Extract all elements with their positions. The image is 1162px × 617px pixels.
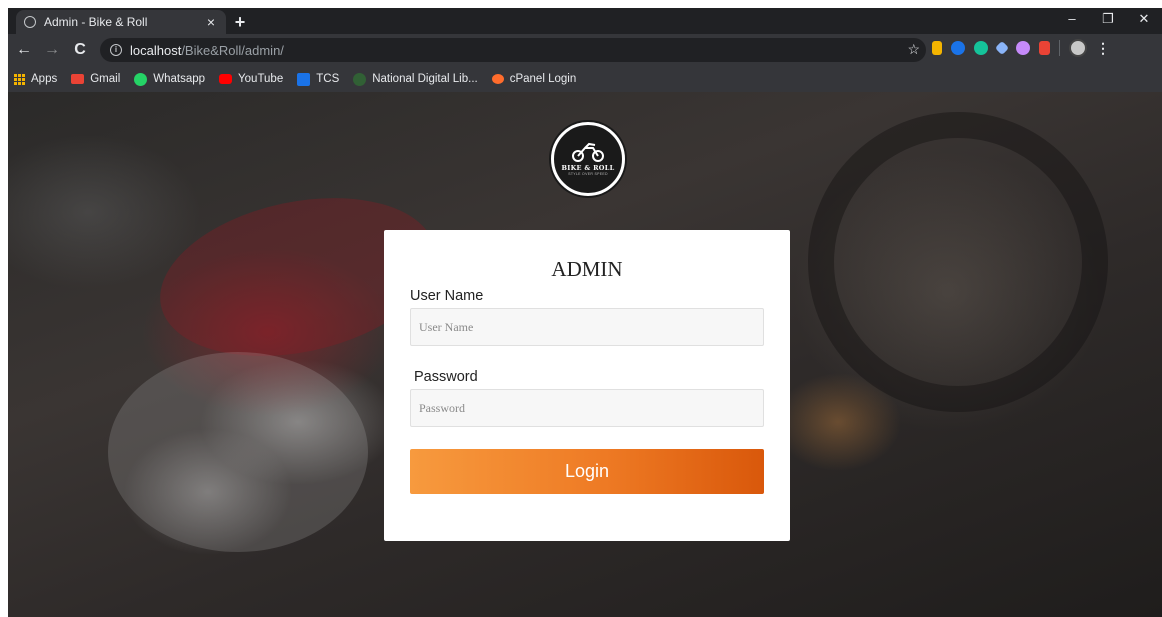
- bookmark-star-icon[interactable]: ☆: [907, 41, 920, 58]
- bookmark-label: Whatsapp: [153, 73, 206, 85]
- bookmark-label: Apps: [31, 73, 58, 85]
- back-button[interactable]: ←: [12, 38, 36, 62]
- minimize-button[interactable]: –: [1054, 8, 1090, 30]
- admin-page: BIKE & ROLL STYLE OVER SPEED ADMIN User …: [8, 92, 1162, 617]
- globe-icon: [24, 16, 36, 28]
- bookmark-label: YouTube: [238, 73, 284, 85]
- apps-grid-icon: [14, 73, 25, 85]
- toolbar-divider: [1059, 40, 1060, 56]
- username-input[interactable]: [410, 308, 764, 346]
- bookmark-tcs[interactable]: TCS: [297, 72, 340, 86]
- login-card: ADMIN User Name Password Login: [384, 230, 790, 541]
- site-info-icon[interactable]: i: [110, 44, 122, 56]
- tab-title: Admin - Bike & Roll: [44, 15, 148, 29]
- browser-tab[interactable]: Admin - Bike & Roll ×: [16, 10, 226, 34]
- bookmark-label: National Digital Lib...: [372, 73, 478, 85]
- browser-toolbar: ← → C i localhost /Bike&Roll/admin/ ☆ ⋮: [8, 34, 1162, 66]
- bookmark-label: TCS: [316, 73, 340, 85]
- password-label: Password: [414, 369, 478, 385]
- motorcycle-icon: [572, 142, 604, 162]
- background-fender-shape: [108, 352, 368, 552]
- logo-text: BIKE & ROLL: [561, 164, 615, 172]
- bookmark-youtube[interactable]: YouTube: [219, 73, 283, 85]
- gmail-icon: [71, 74, 85, 84]
- close-tab-icon[interactable]: ×: [204, 14, 218, 30]
- logo-subtitle: STYLE OVER SPEED: [568, 172, 608, 176]
- bookmark-cpanel[interactable]: cPanel Login: [491, 73, 577, 85]
- bookmark-label: cPanel Login: [509, 73, 577, 85]
- grammarly-extension-icon[interactable]: [974, 41, 988, 55]
- url-host: localhost: [130, 42, 182, 58]
- close-window-button[interactable]: ✕: [1126, 8, 1162, 30]
- login-title: ADMIN: [551, 257, 623, 281]
- login-button[interactable]: Login: [410, 449, 764, 494]
- bookmark-gmail[interactable]: Gmail: [71, 73, 120, 85]
- window-controls: – ❐ ✕: [1054, 8, 1162, 30]
- whatsapp-icon: [134, 72, 148, 86]
- owl-extension-icon[interactable]: [1016, 41, 1030, 55]
- address-bar[interactable]: i localhost /Bike&Roll/admin/ ☆: [100, 38, 926, 62]
- bookmark-ndl[interactable]: National Digital Lib...: [353, 72, 478, 86]
- extensions-area: ⋮: [932, 39, 1110, 57]
- bookmark-whatsapp[interactable]: Whatsapp: [134, 72, 206, 86]
- forward-button[interactable]: →: [40, 38, 64, 62]
- blue-extension-icon[interactable]: [951, 41, 965, 55]
- reload-button[interactable]: C: [68, 38, 92, 62]
- new-tab-button[interactable]: +: [230, 12, 250, 32]
- background-wheel-shape: [808, 112, 1108, 412]
- username-label: User Name: [410, 288, 484, 304]
- bookmark-label: Gmail: [90, 73, 121, 85]
- restore-button[interactable]: ❐: [1090, 8, 1126, 30]
- browser-menu-icon[interactable]: ⋮: [1096, 40, 1110, 57]
- reader-extension-icon[interactable]: [932, 41, 942, 55]
- browser-window: Admin - Bike & Roll × + – ❐ ✕ ← → C i lo…: [8, 8, 1162, 617]
- dropbox-extension-icon[interactable]: [994, 40, 1010, 56]
- tcs-icon: [297, 72, 311, 86]
- cpanel-icon: [491, 74, 504, 84]
- office-extension-icon[interactable]: [1039, 41, 1050, 55]
- bike-and-roll-logo: BIKE & ROLL STYLE OVER SPEED: [551, 122, 625, 196]
- youtube-icon: [219, 74, 233, 84]
- bookmark-apps[interactable]: Apps: [14, 73, 57, 85]
- tab-strip: Admin - Bike & Roll × + – ❐ ✕: [8, 8, 1162, 34]
- url-path: /Bike&Roll/admin/: [181, 42, 284, 58]
- profile-avatar[interactable]: [1069, 39, 1087, 57]
- bookmarks-bar: Apps Gmail Whatsapp YouTube TCS National…: [8, 66, 1162, 92]
- ndl-icon: [353, 72, 367, 86]
- password-input[interactable]: [410, 389, 764, 427]
